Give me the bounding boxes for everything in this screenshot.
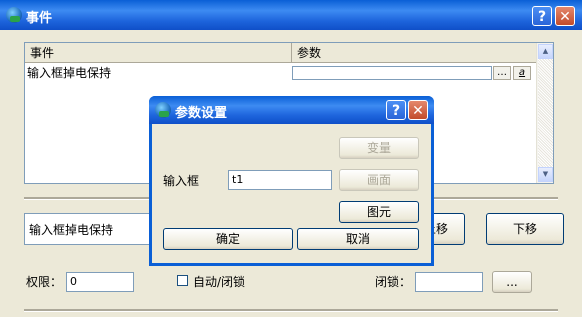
event-name-field[interactable]: 输入框掉电保持 (24, 213, 154, 245)
column-header-event[interactable]: 事件 (25, 43, 292, 63)
move-down-button[interactable]: 下移 (486, 213, 564, 245)
dialog-help-button[interactable]: ? (386, 100, 406, 120)
separator-bottom (24, 309, 558, 312)
app-icon (6, 7, 22, 23)
dialog-titlebar[interactable]: 参数设置 ? ✕ (149, 96, 434, 124)
dialog-app-icon (155, 102, 171, 118)
element-button[interactable]: 图元 (339, 201, 419, 223)
close-button[interactable]: ✕ (555, 6, 575, 26)
scroll-track[interactable] (538, 59, 553, 167)
param-ellipsis-button[interactable]: … (493, 66, 511, 80)
dialog-title: 参数设置 (175, 106, 228, 121)
ok-button[interactable]: 确定 (163, 228, 293, 250)
dialog-close-button[interactable]: ✕ (408, 100, 428, 120)
dialog-field-label: 输入框 (163, 174, 200, 188)
lock-input[interactable] (415, 272, 483, 292)
scroll-down-icon[interactable]: ▼ (538, 167, 553, 182)
permission-label: 权限： (26, 275, 63, 289)
window-title: 事件 (26, 11, 53, 26)
auto-lock-checkbox[interactable] (177, 275, 188, 286)
variable-button[interactable]: 变量 (339, 137, 419, 159)
dialog-field-input[interactable]: t1 (228, 170, 332, 190)
param-dialog: 参数设置 ? ✕ 变量 输入框 t1 画面 图元 确定 取消 (149, 96, 434, 266)
table-vertical-scrollbar[interactable]: ▲ ▼ (536, 43, 553, 183)
scroll-up-icon[interactable]: ▲ (538, 44, 553, 59)
auto-lock-label: 自动/闭锁 (193, 275, 246, 289)
screen-button[interactable]: 画面 (339, 169, 419, 191)
column-header-param[interactable]: 参数 (292, 43, 537, 63)
help-button[interactable]: ? (532, 6, 552, 26)
dialog-body: 变量 输入框 t1 画面 图元 确定 取消 (152, 124, 431, 263)
permission-input[interactable]: 0 (66, 272, 134, 292)
window-titlebar[interactable]: 事件 ? ✕ (0, 0, 582, 30)
table-row-event-cell[interactable]: 输入框掉电保持 (27, 65, 111, 81)
param-text-button[interactable]: a (513, 66, 531, 80)
lock-browse-button[interactable]: ... (492, 271, 532, 293)
lock-label: 闭锁： (375, 275, 412, 289)
param-cell-input[interactable] (292, 66, 492, 80)
cancel-button[interactable]: 取消 (297, 228, 419, 250)
